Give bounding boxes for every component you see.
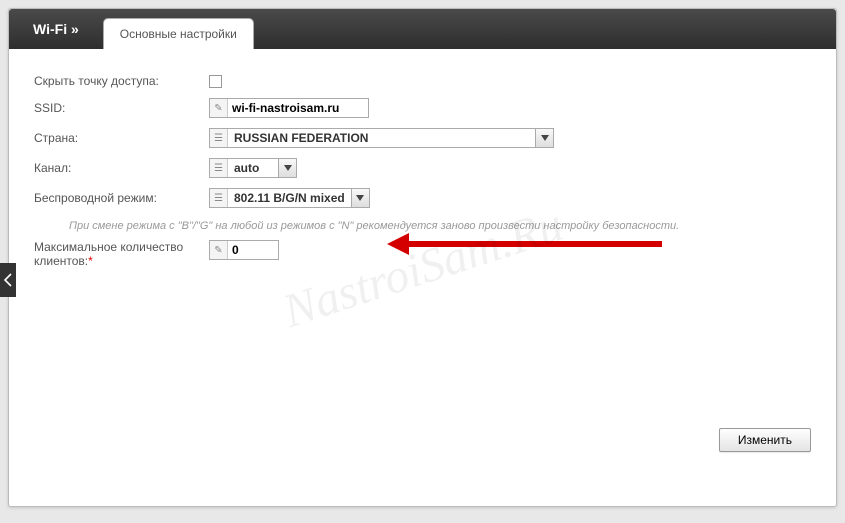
row-mode: Беспроводной режим: ☰ 802.11 B/G/N mixed bbox=[34, 188, 811, 208]
country-value: RUSSIAN FEDERATION bbox=[228, 131, 535, 145]
hide-ap-label: Скрыть точку доступа: bbox=[34, 74, 209, 88]
country-select[interactable]: ☰ RUSSIAN FEDERATION bbox=[209, 128, 554, 148]
mode-select[interactable]: ☰ 802.11 B/G/N mixed bbox=[209, 188, 370, 208]
page-title: Wi-Fi » bbox=[9, 21, 97, 49]
list-icon: ☰ bbox=[210, 189, 228, 207]
row-country: Страна: ☰ RUSSIAN FEDERATION bbox=[34, 128, 811, 148]
row-max-clients: Максимальное количество клиентов:* ✎ bbox=[34, 240, 811, 268]
channel-value: auto bbox=[228, 161, 278, 175]
channel-select[interactable]: ☰ auto bbox=[209, 158, 297, 178]
tab-basic-settings[interactable]: Основные настройки bbox=[103, 18, 254, 49]
row-ssid: SSID: ✎ bbox=[34, 98, 811, 118]
channel-label: Канал: bbox=[34, 161, 209, 175]
mode-label: Беспроводной режим: bbox=[34, 191, 209, 205]
row-hide-ap: Скрыть точку доступа: bbox=[34, 74, 811, 88]
list-icon: ☰ bbox=[210, 159, 228, 177]
chevron-down-icon bbox=[351, 189, 369, 207]
chevron-down-icon bbox=[535, 129, 553, 147]
max-clients-label: Максимальное количество клиентов:* bbox=[34, 240, 209, 268]
hide-ap-checkbox[interactable] bbox=[209, 75, 222, 88]
save-button[interactable]: Изменить bbox=[719, 428, 811, 452]
mode-value: 802.11 B/G/N mixed bbox=[228, 191, 351, 205]
country-label: Страна: bbox=[34, 131, 209, 145]
content-area: Скрыть точку доступа: SSID: ✎ Страна: ☰ … bbox=[9, 49, 836, 464]
max-clients-field: ✎ bbox=[209, 240, 279, 260]
pencil-icon: ✎ bbox=[210, 99, 228, 117]
mode-note: При смене режима с "B"/"G" на любой из р… bbox=[34, 218, 811, 240]
ssid-label: SSID: bbox=[34, 101, 209, 115]
list-icon: ☰ bbox=[210, 129, 228, 147]
row-channel: Канал: ☰ auto bbox=[34, 158, 811, 178]
ssid-input[interactable] bbox=[228, 99, 368, 117]
chevron-down-icon bbox=[278, 159, 296, 177]
ssid-field: ✎ bbox=[209, 98, 369, 118]
header-bar: Wi-Fi » Основные настройки bbox=[9, 9, 836, 49]
pencil-icon: ✎ bbox=[210, 241, 228, 259]
max-clients-input[interactable] bbox=[228, 241, 278, 259]
main-panel: Wi-Fi » Основные настройки Скрыть точку … bbox=[8, 8, 837, 507]
